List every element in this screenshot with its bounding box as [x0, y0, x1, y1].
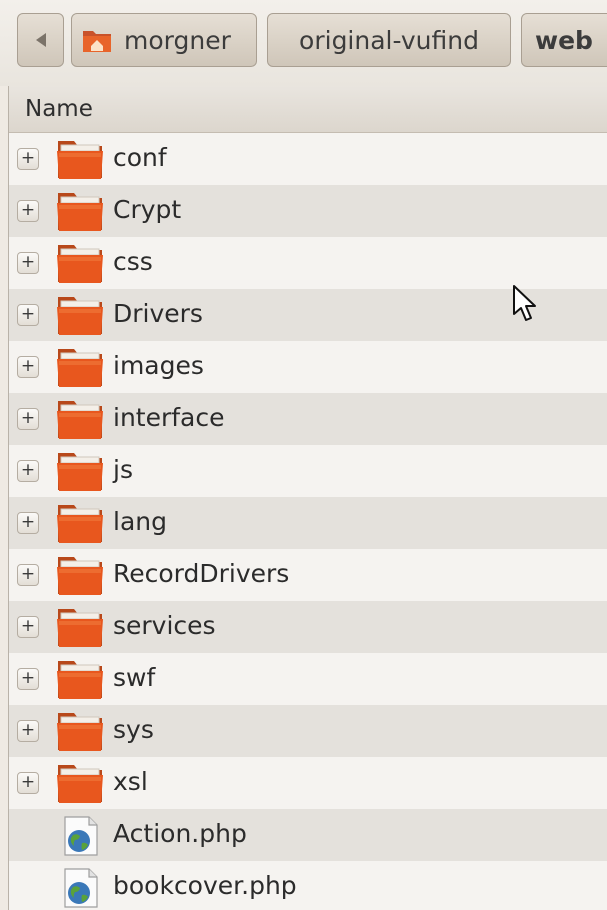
path-segment-label: original-vufind: [299, 25, 479, 55]
column-header-name[interactable]: Name: [9, 86, 607, 133]
list-item[interactable]: bookcover.php: [9, 861, 607, 910]
expand-button[interactable]: +: [17, 512, 39, 534]
mouse-cursor-icon: [513, 285, 536, 321]
home-folder-icon: [83, 31, 111, 52]
php-file-icon: [64, 816, 98, 856]
file-name: swf: [113, 663, 156, 692]
path-segment-current[interactable]: web: [521, 13, 607, 67]
folder-icon: [57, 557, 103, 595]
folder-icon: [57, 245, 103, 283]
file-list: Name + conf + Crypt + css + Drivers + images + inte…: [8, 86, 607, 910]
expand-button[interactable]: +: [17, 408, 39, 430]
file-name: css: [113, 247, 153, 276]
expand-button[interactable]: +: [17, 720, 39, 742]
list-item[interactable]: + conf: [9, 133, 607, 185]
list-item[interactable]: Action.php: [9, 809, 607, 861]
expand-button[interactable]: +: [17, 356, 39, 378]
file-name: sys: [113, 715, 154, 744]
file-name: xsl: [113, 767, 148, 796]
folder-icon: [57, 765, 103, 803]
file-name: services: [113, 611, 216, 640]
folder-icon: [57, 453, 103, 491]
expand-button[interactable]: +: [17, 772, 39, 794]
file-name: lang: [113, 507, 167, 536]
php-file-icon: [64, 868, 98, 908]
expand-button[interactable]: +: [17, 148, 39, 170]
folder-icon: [57, 505, 103, 543]
list-item[interactable]: + lang: [9, 497, 607, 549]
list-item[interactable]: + swf: [9, 653, 607, 705]
folder-icon: [57, 193, 103, 231]
list-item[interactable]: + services: [9, 601, 607, 653]
list-item[interactable]: + sys: [9, 705, 607, 757]
path-segment-home[interactable]: morgner: [71, 13, 257, 67]
file-name: js: [113, 455, 133, 484]
file-name: conf: [113, 143, 167, 172]
file-name: bookcover.php: [113, 871, 297, 900]
list-item[interactable]: + css: [9, 237, 607, 289]
list-item[interactable]: + xsl: [9, 757, 607, 809]
folder-icon: [57, 661, 103, 699]
file-name: images: [113, 351, 204, 380]
folder-icon: [57, 297, 103, 335]
expand-button[interactable]: +: [17, 304, 39, 326]
expand-button[interactable]: +: [17, 200, 39, 222]
path-bar: morgner original-vufind web: [0, 0, 607, 86]
expand-button[interactable]: +: [17, 616, 39, 638]
list-item[interactable]: + js: [9, 445, 607, 497]
folder-icon: [57, 713, 103, 751]
expand-button[interactable]: +: [17, 564, 39, 586]
expand-button[interactable]: +: [17, 668, 39, 690]
expand-button[interactable]: +: [17, 460, 39, 482]
folder-icon: [57, 141, 103, 179]
file-name: Crypt: [113, 195, 182, 224]
folder-icon: [57, 401, 103, 439]
left-arrow-icon: [35, 33, 46, 47]
path-back-button[interactable]: [17, 13, 64, 67]
column-header-label: Name: [25, 96, 93, 122]
path-segment-label: web: [535, 25, 593, 55]
expand-button[interactable]: +: [17, 252, 39, 274]
list-item[interactable]: + Crypt: [9, 185, 607, 237]
path-segment-parent[interactable]: original-vufind: [267, 13, 511, 67]
file-name: interface: [113, 403, 225, 432]
folder-icon: [57, 609, 103, 647]
list-item[interactable]: + RecordDrivers: [9, 549, 607, 601]
list-item[interactable]: + interface: [9, 393, 607, 445]
list-item[interactable]: + images: [9, 341, 607, 393]
path-segment-label: morgner: [124, 25, 231, 55]
file-name: Drivers: [113, 299, 203, 328]
folder-icon: [57, 349, 103, 387]
file-name: Action.php: [113, 819, 247, 848]
file-name: RecordDrivers: [113, 559, 290, 588]
